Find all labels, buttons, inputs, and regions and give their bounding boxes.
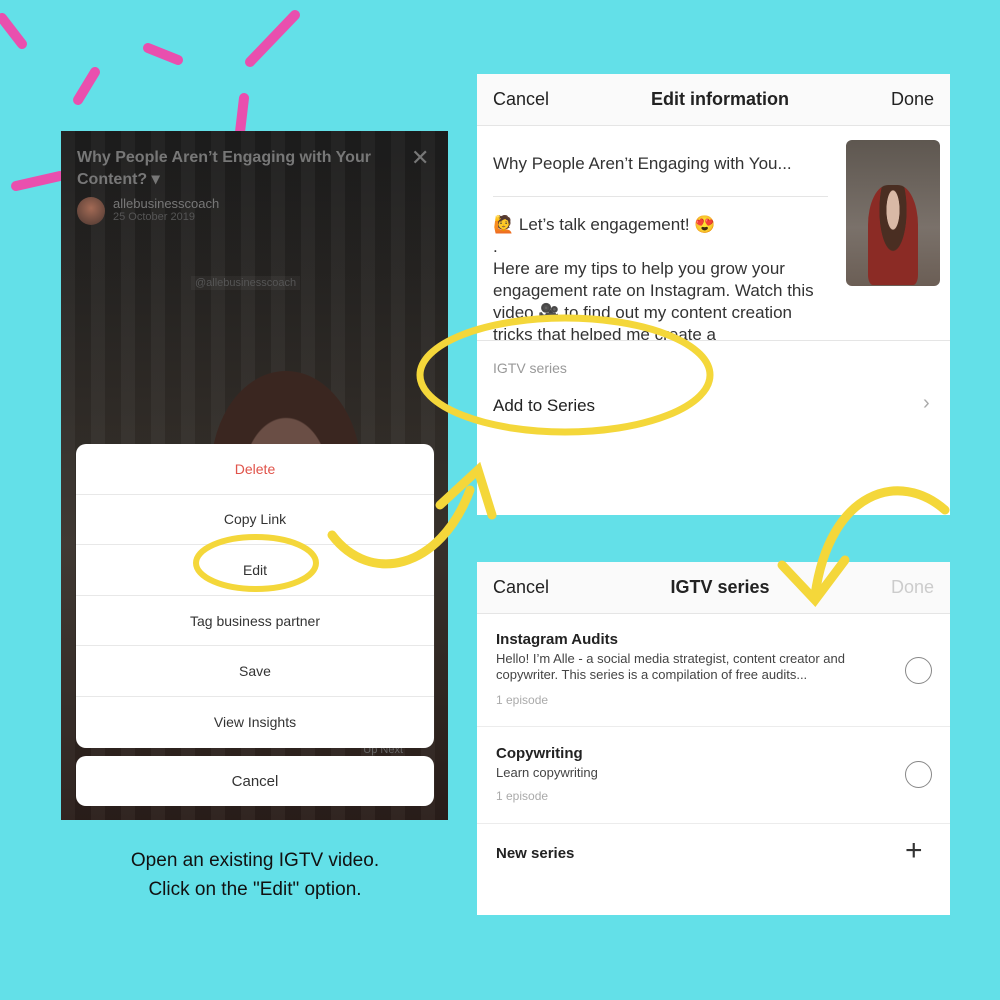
series-highlight-circle bbox=[416, 314, 714, 436]
highlight-annotations bbox=[193, 314, 950, 607]
edit-highlight-circle bbox=[193, 534, 319, 592]
